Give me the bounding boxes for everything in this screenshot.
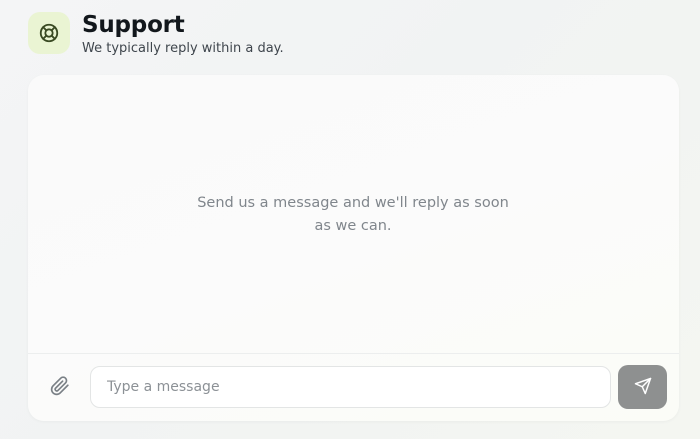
page-subtitle: We typically reply within a day. xyxy=(82,41,284,56)
page-title: Support xyxy=(82,12,185,38)
attach-button[interactable] xyxy=(45,373,75,403)
send-icon xyxy=(634,377,652,398)
message-input[interactable] xyxy=(90,366,611,408)
composer-divider xyxy=(28,353,679,354)
empty-state-message: Send us a message and we'll reply as soo… xyxy=(197,195,509,234)
lifebuoy-icon xyxy=(28,12,70,54)
paperclip-icon xyxy=(50,376,70,400)
support-header: Support We typically reply within a day. xyxy=(28,12,284,56)
send-button[interactable] xyxy=(618,365,667,409)
chat-panel: Send us a message and we'll reply as soo… xyxy=(28,75,679,421)
header-text: Support We typically reply within a day. xyxy=(82,12,284,57)
